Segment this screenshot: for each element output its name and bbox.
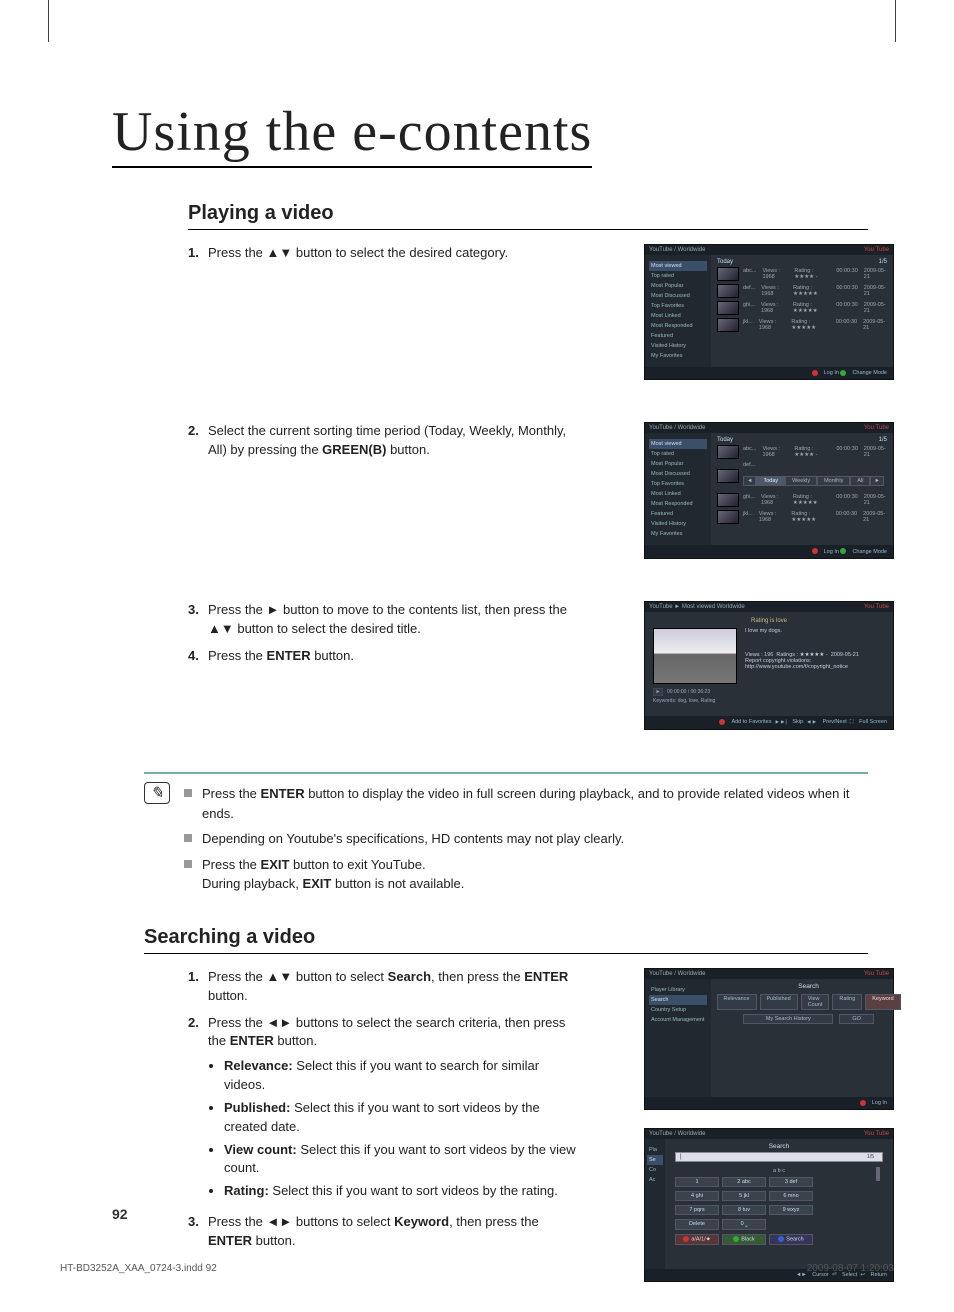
note1: Press the ENTER button to display the vi… [202,784,868,823]
footer-left: HT-BD3252A_XAA_0724-3.indd 92 [60,1263,217,1274]
step1-num: 1. [188,244,208,263]
note2: Depending on Youtube's specifications, H… [202,829,624,849]
kbd-input: |1/5 [675,1152,883,1162]
sstep3-text: Press the ◄► buttons to select Keyword, … [208,1213,583,1251]
note-block: ✎ Press the ENTER button to display the … [144,772,868,900]
ss1-sidebar: Most viewed Top rated Most Popular Most … [645,255,711,367]
step3-num: 3. [188,601,208,639]
sort-tabs: ◄TodayWeeklyMonthlyAll► [743,476,887,486]
step4-text: Press the ENTER button. [208,647,583,666]
step3-text: Press the ► button to move to the conten… [208,601,583,639]
video-thumb [653,628,737,684]
sstep2-num: 2. [188,1014,208,1206]
sstep2-text: Press the ◄► buttons to select the searc… [208,1014,583,1206]
page: Using the e-contents Playing a video 1. … [0,0,954,1312]
page-number: 92 [112,1206,128,1222]
screenshot-search: YouTube / WorldwideYou Tube Player Libra… [644,968,894,1110]
sstep1-text: Press the ▲▼ button to select Search, th… [208,968,583,1006]
note-icon: ✎ [144,782,170,804]
screenshot-category: YouTube / WorldwideYou Tube Most viewed … [644,244,894,380]
step1-text: Press the ▲▼ button to select the desire… [208,244,583,263]
sstep3-num: 3. [188,1213,208,1251]
sstep1-num: 1. [188,968,208,1006]
step2-text: Select the current sorting time period (… [208,422,583,460]
chapter-title: Using the e-contents [112,100,592,168]
screenshot-keyboard: YouTube / WorldwideYou Tube Pla Se Co Ac… [644,1128,894,1282]
screenshot-sort: YouTube / WorldwideYou Tube Most viewed … [644,422,894,558]
footer: HT-BD3252A_XAA_0724-3.indd 92 2009-08-07… [60,1263,894,1274]
step2-num: 2. [188,422,208,460]
footer-right: 2009-08-07 1:20:03 [807,1263,894,1274]
section-searching: Searching a video [144,926,868,954]
note3: Press the EXIT button to exit YouTube.Du… [202,855,464,894]
step4-num: 4. [188,647,208,666]
section-playing: Playing a video [188,202,868,230]
screenshot-detail: YouTube ► Most viewed WorldwideYou Tube … [644,601,894,730]
